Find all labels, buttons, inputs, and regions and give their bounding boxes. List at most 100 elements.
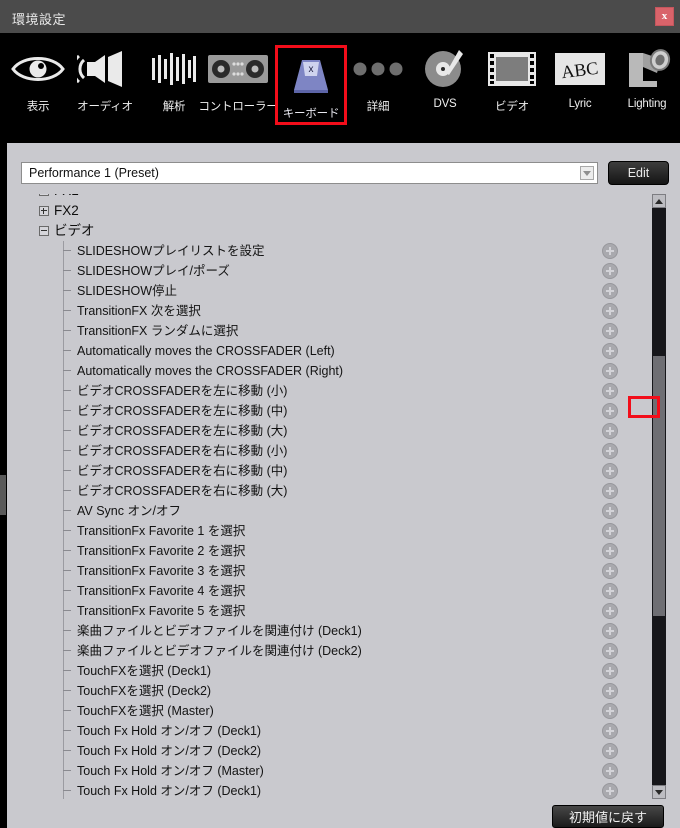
tree-group-row[interactable]: ビデオ xyxy=(21,221,666,241)
assign-shortcut-button[interactable] xyxy=(602,583,618,599)
shortcut-tree-list[interactable]: FX1 FX2 ビデオ SLIDESHOWプレイリストを設定 SLIDESHOWプレイ/… xyxy=(21,194,666,799)
assign-shortcut-button[interactable] xyxy=(602,283,618,299)
tab-lyric[interactable]: ABC Lyric xyxy=(545,41,615,133)
assign-shortcut-button[interactable] xyxy=(602,383,618,399)
tab-dvs[interactable]: DVS xyxy=(410,41,480,133)
collapse-icon[interactable] xyxy=(39,226,49,236)
assign-shortcut-button[interactable] xyxy=(602,703,618,719)
tree-guide-line xyxy=(63,461,64,481)
shortcut-row[interactable]: TransitionFx Favorite 5 を選択 xyxy=(21,601,666,621)
assign-shortcut-button[interactable] xyxy=(602,523,618,539)
preset-select[interactable]: Performance 1 (Preset) xyxy=(21,162,598,184)
shortcut-row[interactable]: ビデオCROSSFADERを右に移動 (小) xyxy=(21,441,666,461)
shortcut-row[interactable]: ビデオCROSSFADERを左に移動 (中) xyxy=(21,401,666,421)
window-title: 環境設定 xyxy=(12,12,67,27)
tree-guide-line xyxy=(63,321,64,341)
shortcut-row[interactable]: Touch Fx Hold オン/オフ (Deck2) xyxy=(21,741,666,761)
shortcut-row[interactable]: ビデオCROSSFADERを右に移動 (大) xyxy=(21,481,666,501)
scroll-up-button[interactable] xyxy=(652,194,666,208)
shortcut-row[interactable]: TouchFXを選択 (Deck1) xyxy=(21,661,666,681)
shortcut-row[interactable]: Touch Fx Hold オン/オフ (Master) xyxy=(21,761,666,781)
tab-display[interactable]: 表示 xyxy=(3,41,73,133)
assign-shortcut-button[interactable] xyxy=(602,323,618,339)
tab-audio[interactable]: オーディオ xyxy=(70,41,140,133)
tree-branch-tick xyxy=(63,450,71,451)
assign-shortcut-button[interactable] xyxy=(602,723,618,739)
tree-guide-line xyxy=(63,281,64,301)
shortcut-row[interactable]: Automatically moves the CROSSFADER (Left… xyxy=(21,341,666,361)
tab-lyric-label: Lyric xyxy=(568,98,592,110)
shortcut-label: ビデオCROSSFADERを左に移動 (中) xyxy=(77,404,288,418)
shortcut-row[interactable]: SLIDESHOWプレイリストを設定 xyxy=(21,241,666,261)
shortcut-row[interactable]: TransitionFX 次を選択 xyxy=(21,301,666,321)
shortcut-row[interactable]: ビデオCROSSFADERを右に移動 (中) xyxy=(21,461,666,481)
assign-shortcut-button[interactable] xyxy=(602,663,618,679)
tab-controller[interactable]: コントローラー xyxy=(198,41,278,133)
shortcut-label: 楽曲ファイルとビデオファイルを関連付け (Deck2) xyxy=(77,644,362,658)
vertical-scrollbar[interactable] xyxy=(652,194,666,799)
tab-video[interactable]: ビデオ xyxy=(477,41,547,133)
assign-shortcut-button[interactable] xyxy=(602,343,618,359)
expand-icon[interactable] xyxy=(39,194,49,196)
shortcut-label: ビデオCROSSFADERを右に移動 (小) xyxy=(77,444,288,458)
shortcut-row[interactable]: TouchFXを選択 (Master) xyxy=(21,701,666,721)
assign-shortcut-button[interactable] xyxy=(602,783,618,799)
expand-icon[interactable] xyxy=(39,206,49,216)
shortcut-row[interactable]: ビデオCROSSFADERを左に移動 (小) xyxy=(21,381,666,401)
edit-button[interactable]: Edit xyxy=(608,161,669,185)
shortcut-label: Touch Fx Hold オン/オフ (Deck1) xyxy=(77,784,262,798)
tab-lighting[interactable]: Lighting xyxy=(612,41,680,133)
assign-shortcut-button[interactable] xyxy=(602,263,618,279)
tree-branch-tick xyxy=(63,470,71,471)
chevron-down-icon[interactable] xyxy=(580,166,594,180)
assign-shortcut-button[interactable] xyxy=(602,363,618,379)
assign-shortcut-button[interactable] xyxy=(602,423,618,439)
tab-advanced[interactable]: 詳細 xyxy=(343,41,413,133)
shortcut-row[interactable]: Touch Fx Hold オン/オフ (Deck1) xyxy=(21,721,666,741)
assign-shortcut-button[interactable] xyxy=(602,403,618,419)
shortcut-label: SLIDESHOW停止 xyxy=(77,284,178,298)
assign-shortcut-button[interactable] xyxy=(602,443,618,459)
tree-group-label: ビデオ xyxy=(54,223,95,238)
assign-shortcut-button[interactable] xyxy=(602,603,618,619)
shortcut-row[interactable]: Touch Fx Hold オン/オフ (Deck1) xyxy=(21,781,666,799)
shortcut-row[interactable]: AV Sync オン/オフ xyxy=(21,501,666,521)
assign-shortcut-button[interactable] xyxy=(602,743,618,759)
tree-group-row[interactable]: FX2 xyxy=(21,201,666,221)
assign-shortcut-button[interactable] xyxy=(602,463,618,479)
close-button[interactable]: x xyxy=(655,7,674,26)
shortcut-row[interactable]: TransitionFX ランダムに選択 xyxy=(21,321,666,341)
shortcut-row[interactable]: TransitionFx Favorite 3 を選択 xyxy=(21,561,666,581)
tree-guide-line xyxy=(63,401,64,421)
shortcut-row[interactable]: ビデオCROSSFADERを左に移動 (大) xyxy=(21,421,666,441)
tab-analysis[interactable]: 解析 xyxy=(139,41,209,133)
reset-defaults-button[interactable]: 初期値に戻す xyxy=(552,805,664,828)
shortcut-row[interactable]: SLIDESHOW停止 xyxy=(21,281,666,301)
shortcut-row[interactable]: TouchFXを選択 (Deck2) xyxy=(21,681,666,701)
scrollbar-thumb[interactable] xyxy=(653,356,665,616)
shortcut-row[interactable]: TransitionFx Favorite 1 を選択 xyxy=(21,521,666,541)
assign-shortcut-button[interactable] xyxy=(602,563,618,579)
tree-guide-line xyxy=(63,361,64,381)
assign-shortcut-button[interactable] xyxy=(602,303,618,319)
shortcut-row[interactable]: Automatically moves the CROSSFADER (Righ… xyxy=(21,361,666,381)
tab-keyboard[interactable]: x キーボード xyxy=(275,45,347,125)
shortcut-label: TouchFXを選択 (Deck1) xyxy=(77,664,212,678)
assign-shortcut-button[interactable] xyxy=(602,543,618,559)
assign-shortcut-button[interactable] xyxy=(602,683,618,699)
assign-shortcut-button[interactable] xyxy=(602,643,618,659)
shortcut-row[interactable]: SLIDESHOWプレイ/ポーズ xyxy=(21,261,666,281)
shortcut-row[interactable]: TransitionFx Favorite 2 を選択 xyxy=(21,541,666,561)
shortcut-row[interactable]: 楽曲ファイルとビデオファイルを関連付け (Deck1) xyxy=(21,621,666,641)
assign-shortcut-button[interactable] xyxy=(602,623,618,639)
controller-icon xyxy=(207,41,269,97)
shortcut-row[interactable]: 楽曲ファイルとビデオファイルを関連付け (Deck2) xyxy=(21,641,666,661)
scroll-down-button[interactable] xyxy=(652,785,666,799)
assign-shortcut-button[interactable] xyxy=(602,483,618,499)
tree-guide-line xyxy=(63,761,64,781)
assign-shortcut-button[interactable] xyxy=(602,503,618,519)
tree-group-row[interactable]: FX1 xyxy=(21,194,666,201)
shortcut-row[interactable]: TransitionFx Favorite 4 を選択 xyxy=(21,581,666,601)
assign-shortcut-button[interactable] xyxy=(602,243,618,259)
assign-shortcut-button[interactable] xyxy=(602,763,618,779)
